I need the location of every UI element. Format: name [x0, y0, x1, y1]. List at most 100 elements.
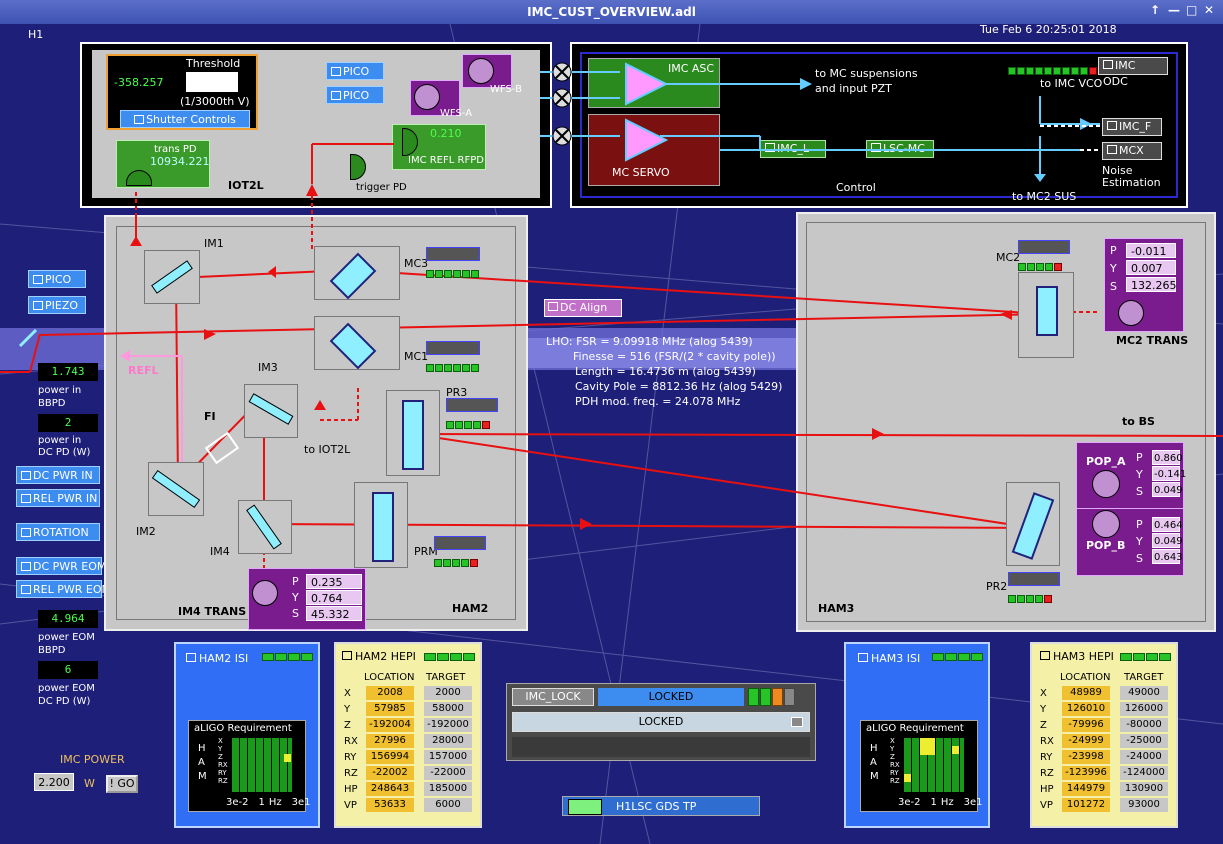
hepi-dof: HP	[1040, 784, 1054, 795]
mc3-label: MC3	[404, 257, 429, 270]
to-iot2l-label: to IOT2L	[304, 443, 351, 456]
hepi-target[interactable]: -22000	[424, 766, 472, 780]
im4-y-label: Y	[292, 591, 299, 604]
ham2-isi-title-text: HAM2 ISI	[199, 652, 249, 665]
hepi-target[interactable]: -192000	[424, 718, 472, 732]
hepi-target[interactable]: 185000	[424, 782, 472, 796]
hepi-target[interactable]: 6000	[424, 798, 472, 812]
m-letter: M	[198, 771, 207, 782]
hepi-target[interactable]: -124000	[1120, 766, 1168, 780]
hepi-row: RZ -22002 -22000	[340, 766, 476, 782]
hepi-target[interactable]: 2000	[424, 686, 472, 700]
hepi-location: 144979	[1062, 782, 1110, 796]
hepi-target[interactable]: 157000	[424, 750, 472, 764]
mc2-y-label: Y	[1110, 262, 1117, 275]
imc-power-input[interactable]: 2.200	[34, 773, 74, 791]
axis-min: 3e-2	[898, 797, 921, 808]
pr2-status-leds	[1008, 572, 1060, 607]
hepi-location: 27996	[366, 734, 414, 748]
quadrant-photodiode-icon	[1118, 300, 1144, 326]
hepi-target[interactable]: 126000	[1120, 702, 1168, 716]
dof-label: Z	[890, 753, 895, 761]
dc-align-button[interactable]: DC Align	[544, 299, 622, 317]
im3-label: IM3	[258, 361, 278, 374]
axis-unit: Hz	[268, 797, 282, 808]
axis-unit: Hz	[940, 797, 954, 808]
pop-b-qpd-icon[interactable]	[1092, 510, 1120, 538]
hepi-target[interactable]: 93000	[1120, 798, 1168, 812]
hepi-target[interactable]: -25000	[1120, 734, 1168, 748]
hepi-target[interactable]: 28000	[424, 734, 472, 748]
lho-finesse: Finesse = 516 (FSR/(2 * cavity pole))	[573, 350, 776, 363]
ham3-isi-title-text: HAM3 ISI	[871, 652, 921, 665]
ham2-hepi-title-text: HAM2 HEPI	[355, 650, 416, 663]
hepi-dof: RY	[1040, 752, 1053, 763]
isi-warning-cell	[904, 774, 911, 782]
hepi-row: HP 144979 130900	[1036, 782, 1172, 798]
h-letter: H	[198, 743, 206, 754]
hepi-dof: HP	[344, 784, 358, 795]
window-up-button[interactable]: ↑	[1150, 3, 1160, 17]
imc-lock-button[interactable]: IMC_LOCK	[512, 688, 594, 706]
hepi-target[interactable]: -24000	[1120, 750, 1168, 764]
axis-mid: 1	[930, 797, 937, 808]
go-button[interactable]: ! GO	[106, 775, 138, 793]
hepi-target[interactable]: -80000	[1120, 718, 1168, 732]
hepi-target[interactable]: 58000	[424, 702, 472, 716]
hepi-dof: X	[344, 688, 351, 699]
im4-s-label: S	[292, 607, 299, 620]
hepi-location: -123996	[1062, 766, 1110, 780]
im4-trans-label: IM4 TRANS	[178, 605, 247, 618]
lho-fsr: LHO: FSR = 9.09918 MHz (alog 5439)	[546, 335, 753, 348]
ham3-hepi-table: X 48989 49000 Y 126010 126000 Z -79996 -80000 RX -…	[1036, 686, 1172, 814]
ham3-hepi-leds	[1120, 646, 1172, 665]
a-letter: A	[198, 757, 205, 768]
minimize-button[interactable]: —	[1168, 3, 1180, 17]
im1-label: IM1	[204, 237, 224, 250]
pop-b-y-value: 0.049	[1152, 533, 1183, 548]
hepi-target[interactable]: 49000	[1120, 686, 1168, 700]
ham2-isi-req-label: aLIGO Requirement	[194, 723, 292, 734]
dof-label: X	[218, 737, 223, 745]
guardian-request-select[interactable]: LOCKED	[512, 712, 810, 732]
ham2-isi-x-axis: 3e-2 1 Hz 3e1	[226, 797, 311, 808]
im4-p-value: 0.235	[306, 574, 362, 589]
ham3-isi-x-axis: 3e-2 1 Hz 3e1	[898, 797, 983, 808]
close-button[interactable]: ✕	[1204, 3, 1214, 17]
hepi-row: Y 57985 58000	[340, 702, 476, 718]
lho-pdh-freq: PDH mod. freq. = 24.078 MHz	[575, 395, 741, 408]
imc-power-label: IMC POWER	[60, 753, 125, 766]
related-display-icon	[1040, 651, 1050, 660]
hepi-row: RX -24999 -25000	[1036, 734, 1172, 750]
maximize-button[interactable]: □	[1186, 3, 1197, 17]
dropdown-icon	[791, 717, 803, 727]
ham3-hepi-title-text: HAM3 HEPI	[1053, 650, 1114, 663]
lho-parameters: LHO: FSR = 9.09918 MHz (alog 5439) Finess…	[546, 334, 782, 409]
isi-warning-cell	[952, 746, 959, 754]
pop-divider	[1076, 508, 1184, 509]
hepi-location: 126010	[1062, 702, 1110, 716]
dof-label: Y	[218, 745, 223, 753]
mc2-y-value: 0.007	[1126, 260, 1176, 275]
gds-tp-indicator	[568, 799, 602, 815]
hepi-dof: RX	[344, 736, 358, 747]
pop-a-label: POP_A	[1086, 455, 1126, 468]
hepi-dof: Z	[344, 720, 351, 731]
h-letter: H	[870, 743, 878, 754]
ham3-hepi-col2: TARGET	[1124, 672, 1164, 683]
pop-a-qpd-icon[interactable]	[1092, 470, 1120, 498]
a-letter: A	[870, 757, 877, 768]
ham2-hepi-title: HAM2 HEPI	[342, 650, 416, 663]
mc3-status-leds	[426, 247, 480, 282]
window-titlebar: IMC_CUST_OVERVIEW.adl ↑ — □ ✕	[0, 0, 1223, 24]
hepi-location: 248643	[366, 782, 414, 796]
hepi-dof: VP	[1040, 800, 1053, 811]
ham3-isi-title: HAM3 ISI	[858, 652, 920, 665]
mc2-trans-label: MC2 TRANS	[1116, 334, 1189, 347]
hepi-target[interactable]: 130900	[1120, 782, 1168, 796]
eom-dcpd-label2: DC PD (W)	[38, 696, 91, 707]
ham2-hepi-table: X 2008 2000 Y 57985 58000 Z -192004 -192000 RX 279…	[340, 686, 476, 814]
hepi-dof: RY	[344, 752, 357, 763]
ham2-isi-ham-label: HAM	[198, 742, 207, 784]
dof-label: RY	[218, 769, 227, 777]
